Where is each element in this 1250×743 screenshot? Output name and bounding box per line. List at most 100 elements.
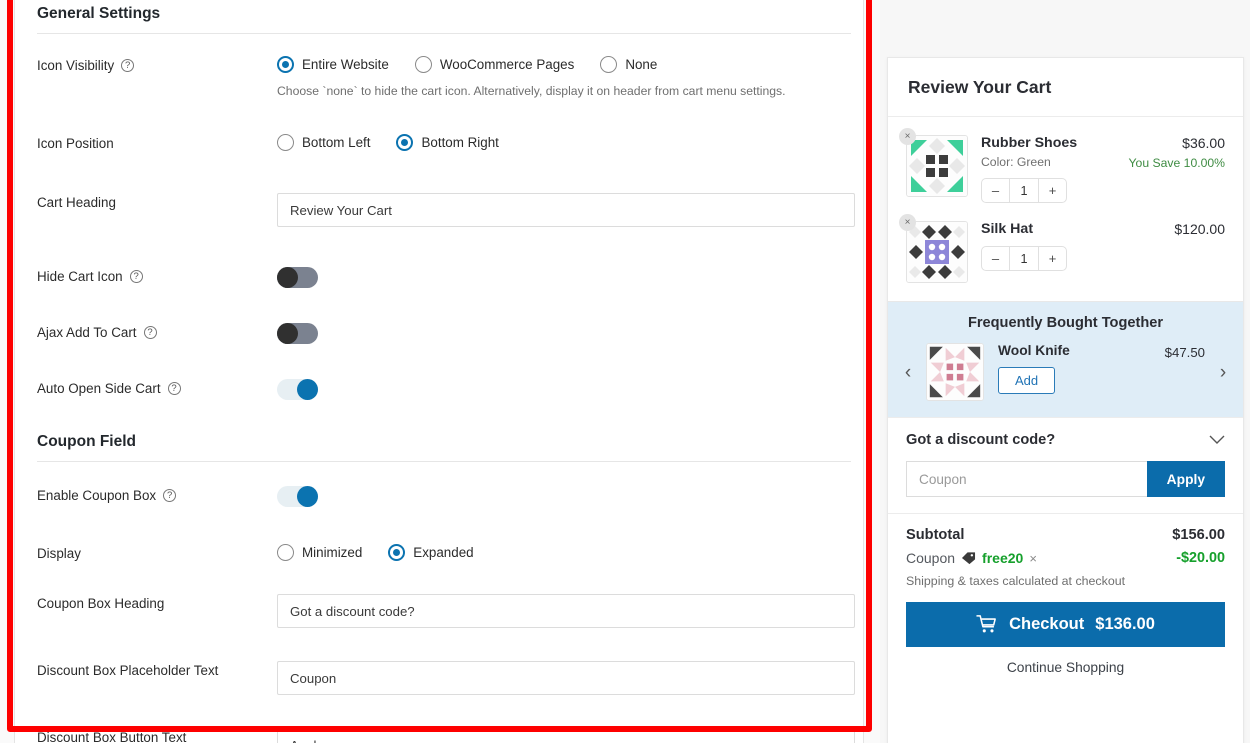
row-icon-position: Icon Position Bottom Left Bottom Right xyxy=(15,98,863,151)
help-icon[interactable]: ? xyxy=(121,59,135,72)
radio-group-display: Minimized Expanded xyxy=(277,544,841,561)
row-cart-heading: Cart Heading xyxy=(15,151,863,227)
radio-dot-icon xyxy=(388,544,406,561)
product-thumbnail xyxy=(906,135,968,197)
toggle-knob xyxy=(297,379,318,400)
field-enable-coupon-box xyxy=(277,486,841,512)
cart-heading: Review Your Cart xyxy=(888,58,1243,117)
toggle-hide-cart-icon[interactable] xyxy=(277,267,318,288)
remove-item-button[interactable]: × xyxy=(899,128,916,145)
item-savings: You Save 10.00% xyxy=(1128,156,1225,170)
settings-card: General Settings Icon Visibility ? Entir… xyxy=(14,0,864,743)
radio-bottom-right[interactable]: Bottom Right xyxy=(396,134,499,151)
quantity-value[interactable]: 1 xyxy=(1009,179,1039,202)
applied-coupon-label: Coupon xyxy=(906,550,956,566)
help-icon[interactable]: ? xyxy=(143,326,157,339)
toggle-knob xyxy=(277,267,298,288)
discount-box-button-input[interactable] xyxy=(277,728,855,743)
carousel-prev-icon[interactable]: ‹ xyxy=(900,363,916,382)
help-icon[interactable]: ? xyxy=(163,489,177,502)
section-title-coupon-field: Coupon Field xyxy=(37,433,137,450)
item-price: $120.00 xyxy=(1174,221,1225,237)
quantity-increase-button[interactable]: + xyxy=(1039,247,1066,270)
placeholder-pattern-icon xyxy=(907,136,967,196)
coupon-form: Apply xyxy=(906,461,1225,497)
subtotal-label: Subtotal xyxy=(906,527,965,543)
label-icon-visibility: Icon Visibility ? xyxy=(37,56,277,73)
hide-cart-icon-label-text: Hide Cart Icon xyxy=(37,269,123,284)
checkout-button[interactable]: Checkout $136.00 xyxy=(906,602,1225,647)
continue-shopping-link[interactable]: Continue Shopping xyxy=(906,660,1225,675)
section-title-general: General Settings xyxy=(37,5,161,22)
row-hide-cart-icon: Hide Cart Icon ? xyxy=(15,227,863,293)
radio-woocommerce-pages[interactable]: WooCommerce Pages xyxy=(414,56,575,73)
fbt-product-card: Wool Knife Add $47.50 xyxy=(926,343,1205,401)
radio-minimized[interactable]: Minimized xyxy=(277,544,362,561)
row-icon-visibility: Icon Visibility ? Entire Website WooComm… xyxy=(15,34,863,98)
remove-item-button[interactable]: × xyxy=(899,214,916,231)
placeholder-pattern-icon xyxy=(907,222,967,282)
add-product-button[interactable]: Add xyxy=(998,367,1056,394)
auto-open-side-cart-label-text: Auto Open Side Cart xyxy=(37,381,161,396)
fbt-carousel: ‹ Wool Knife Add $47.50 › xyxy=(900,343,1231,401)
coupon-input[interactable] xyxy=(906,461,1147,497)
label-ajax-add-to-cart: Ajax Add To Cart ? xyxy=(37,323,277,340)
field-icon-visibility: Entire Website WooCommerce Pages None Ch… xyxy=(277,56,841,98)
radio-none[interactable]: None xyxy=(600,56,657,73)
label-discount-box-placeholder: Discount Box Placeholder Text xyxy=(37,663,219,678)
frequently-bought-together-section: Frequently Bought Together ‹ Wool Knife … xyxy=(888,301,1243,417)
cart-heading-input[interactable] xyxy=(277,193,855,227)
radio-bottom-left[interactable]: Bottom Left xyxy=(277,134,370,151)
radio-label: Entire Website xyxy=(302,57,389,72)
quantity-stepper: – 1 + xyxy=(981,178,1067,203)
carousel-next-icon[interactable]: › xyxy=(1215,363,1231,382)
label-hide-cart-icon: Hide Cart Icon ? xyxy=(37,267,277,284)
side-cart-panel: Review Your Cart × Rubber Shoes Color: G… xyxy=(887,57,1244,743)
fbt-product-price: $47.50 xyxy=(1164,345,1205,360)
label-enable-coupon-box: Enable Coupon Box ? xyxy=(37,486,277,503)
row-coupon-box-heading: Coupon Box Heading xyxy=(15,561,863,628)
applied-coupon-row: Coupon free20 × -$20.00 xyxy=(906,550,1225,566)
remove-coupon-button[interactable]: × xyxy=(1029,551,1037,566)
apply-coupon-button[interactable]: Apply xyxy=(1146,461,1225,497)
radio-entire-website[interactable]: Entire Website xyxy=(277,56,389,73)
field-cart-heading xyxy=(277,193,855,227)
chevron-down-icon[interactable] xyxy=(1209,435,1225,445)
quantity-decrease-button[interactable]: – xyxy=(982,179,1009,202)
coupon-discount-amount: -$20.00 xyxy=(1176,550,1225,566)
quantity-decrease-button[interactable]: – xyxy=(982,247,1009,270)
field-auto-open-side-cart xyxy=(277,379,841,405)
toggle-knob xyxy=(297,486,318,507)
field-display: Minimized Expanded xyxy=(277,544,841,561)
label-icon-position: Icon Position xyxy=(37,136,114,151)
toggle-auto-open-side-cart[interactable] xyxy=(277,379,318,400)
radio-expanded[interactable]: Expanded xyxy=(388,544,474,561)
shipping-note: Shipping & taxes calculated at checkout xyxy=(906,574,1126,588)
radio-label: Bottom Right xyxy=(421,135,499,150)
hint-icon-visibility: Choose `none` to hide the cart icon. Alt… xyxy=(277,84,786,98)
settings-panel: General Settings Icon Visibility ? Entir… xyxy=(0,0,880,743)
row-enable-coupon-box: Enable Coupon Box ? xyxy=(15,462,863,512)
radio-label: WooCommerce Pages xyxy=(439,57,575,72)
coupon-box-heading-input[interactable] xyxy=(277,594,855,628)
discount-box-placeholder-input[interactable] xyxy=(277,661,855,695)
thumb-wrapper: × xyxy=(899,128,968,203)
help-icon[interactable]: ? xyxy=(129,270,143,283)
cart-item: × xyxy=(899,213,1225,293)
label-discount-box-button: Discount Box Button Text xyxy=(37,730,187,743)
toggle-ajax-add-to-cart[interactable] xyxy=(277,323,318,344)
item-pricing: $36.00 You Save 10.00% xyxy=(1125,135,1225,203)
cart-icon xyxy=(976,615,996,633)
coupon-toggle-header[interactable]: Got a discount code? xyxy=(906,432,1225,448)
help-icon[interactable]: ? xyxy=(167,382,181,395)
item-variation: Color: Green xyxy=(981,155,1051,169)
radio-dot-icon xyxy=(277,56,294,73)
quantity-increase-button[interactable]: + xyxy=(1039,179,1066,202)
fbt-product-name: Wool Knife xyxy=(998,343,1070,358)
row-discount-box-button: Discount Box Button Text xyxy=(15,695,863,743)
radio-dot-icon xyxy=(396,134,414,151)
toggle-enable-coupon-box[interactable] xyxy=(277,486,318,507)
radio-dot-icon xyxy=(277,134,294,151)
product-thumbnail xyxy=(906,221,968,283)
quantity-value[interactable]: 1 xyxy=(1009,247,1039,270)
